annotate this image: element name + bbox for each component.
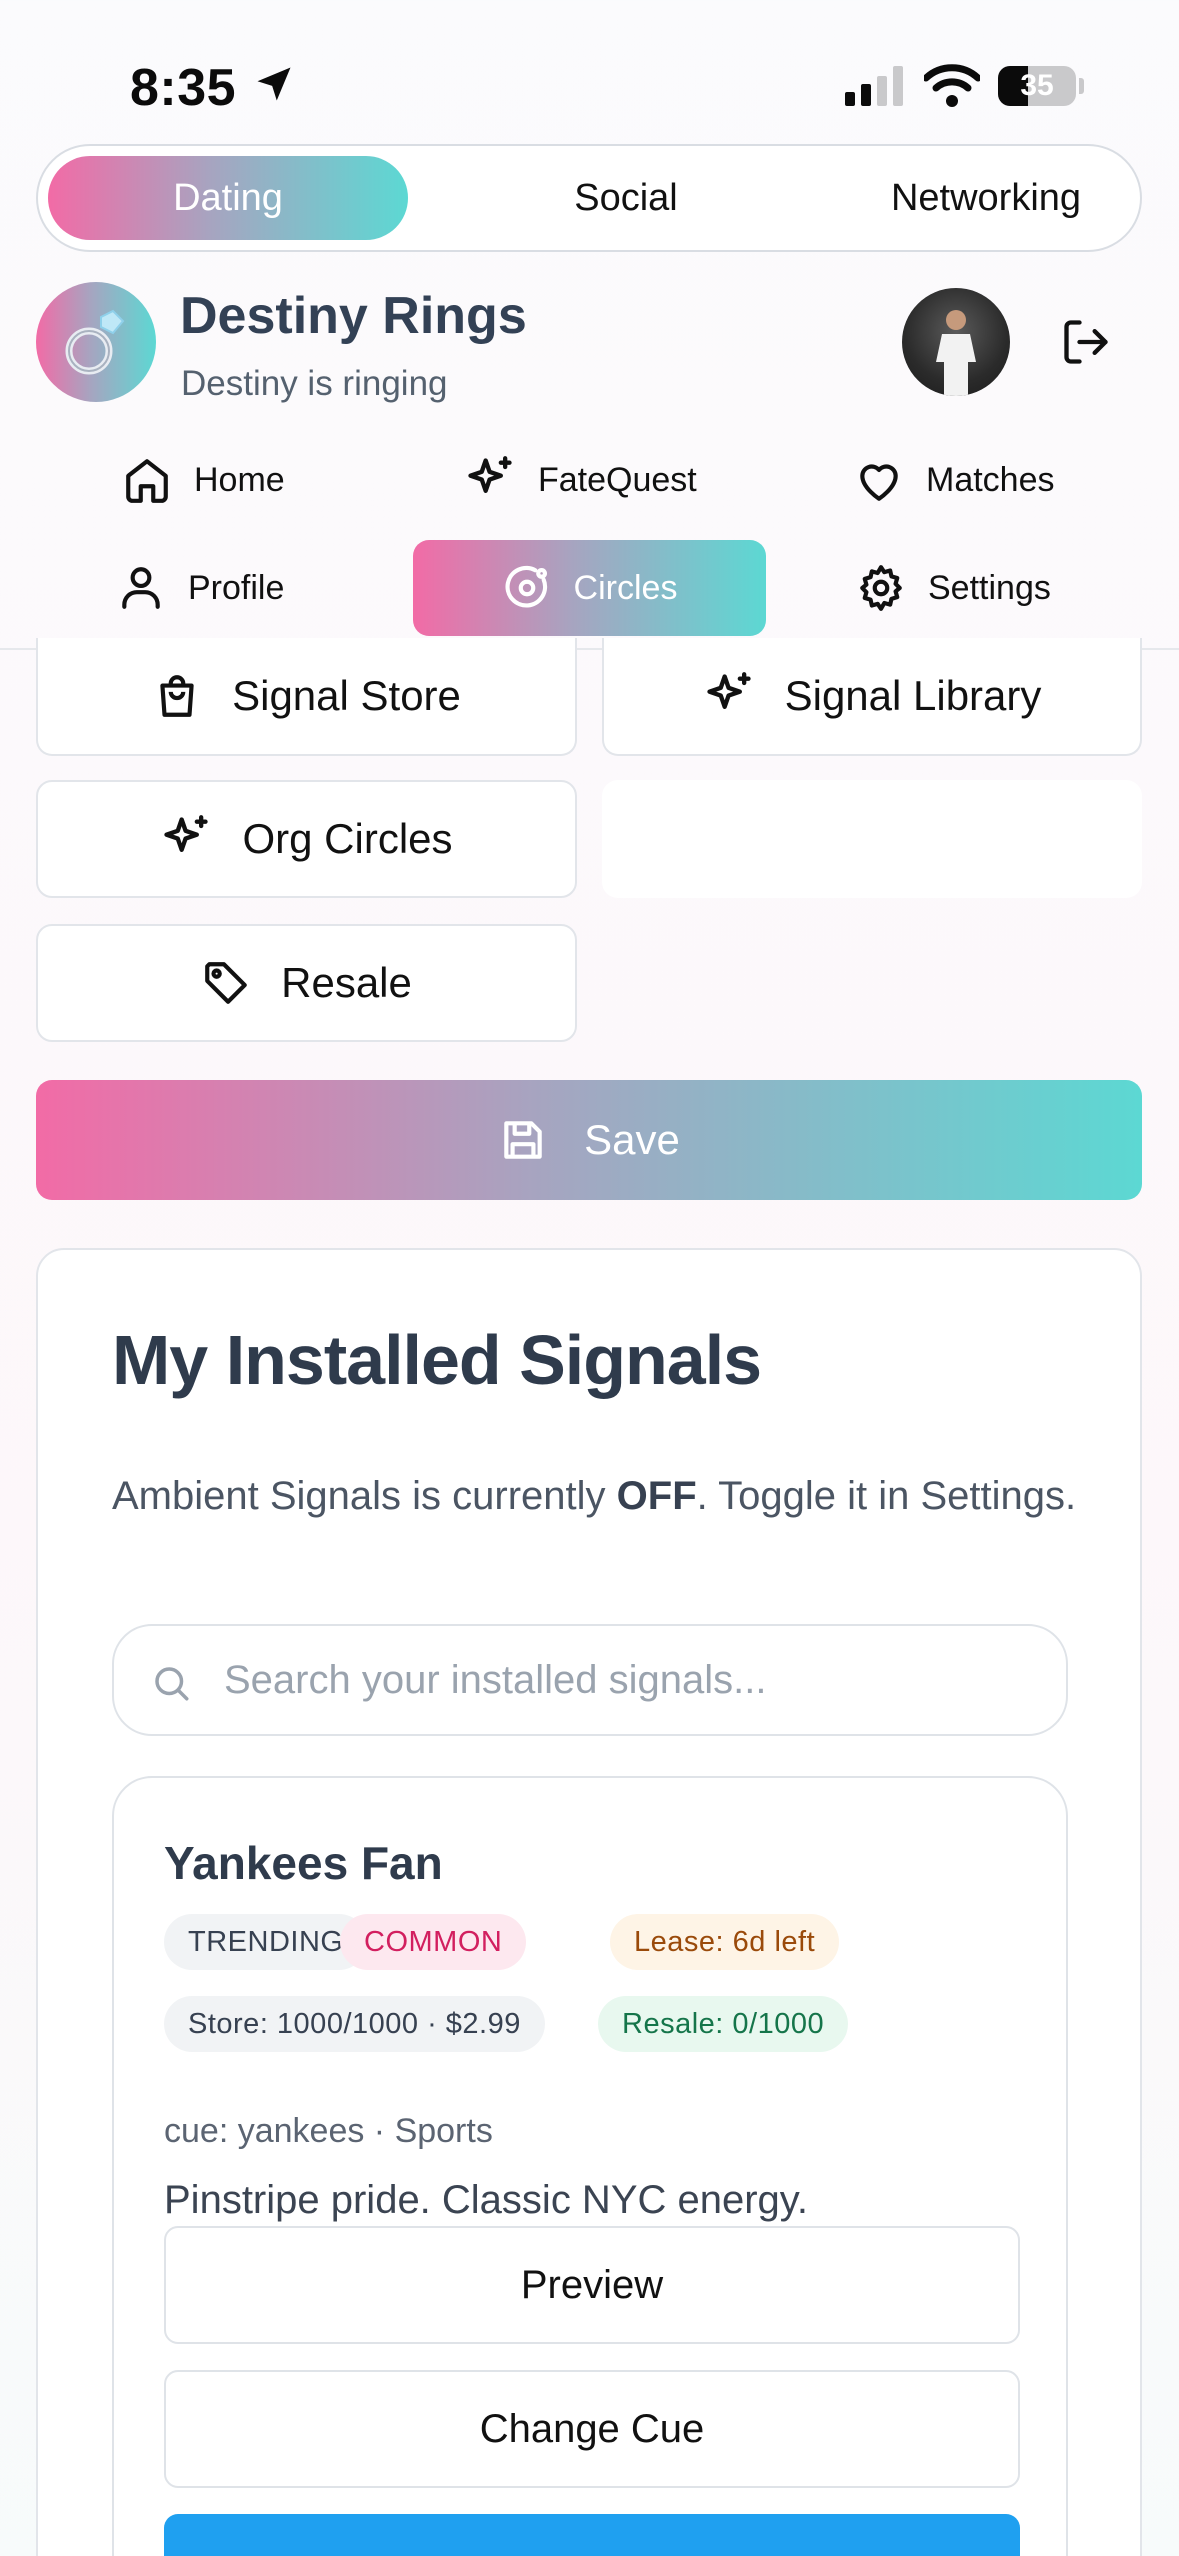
nav-fatequest-label: FateQuest — [538, 460, 697, 499]
signal-cue-meta: cue: yankees · Sports — [164, 2112, 493, 2150]
tag-icon — [205, 962, 247, 1004]
nav-settings[interactable]: Settings — [856, 540, 1051, 636]
app-logo — [36, 282, 156, 402]
search-icon — [155, 1667, 189, 1701]
circles-orbit-icon — [505, 565, 547, 608]
tab-resale[interactable]: Resale — [36, 924, 577, 1042]
battery-icon: 35 — [998, 66, 1076, 106]
app-title: Destiny Rings — [180, 287, 527, 345]
tab-signal-library[interactable]: Signal Library — [602, 638, 1142, 756]
sparkles-icon — [468, 456, 512, 493]
nav-fatequest[interactable]: FateQuest — [464, 432, 697, 528]
card-title: My Installed Signals — [112, 1321, 762, 1399]
status-bar: 8:35 35 — [0, 0, 1179, 140]
lease-badge: Lease: 6d left — [610, 1914, 840, 1970]
tab-my-signals-label: My Signals — [810, 815, 1016, 862]
heart-icon — [860, 464, 898, 501]
mode-social[interactable]: Social — [446, 156, 806, 240]
user-avatar[interactable] — [902, 288, 1010, 396]
signal-card: Yankees Fan TRENDING COMMON Lease: 6d le… — [112, 1776, 1068, 2556]
cellular-signal-icon — [845, 66, 903, 106]
rarity-badge: COMMON — [340, 1914, 527, 1970]
resale-badge: Resale: 0/1000 — [598, 1996, 849, 2052]
nav-profile[interactable]: Profile — [116, 540, 284, 636]
tab-resale-label: Resale — [281, 959, 412, 1006]
installed-signals-card: My Installed Signals Ambient Signals is … — [36, 1248, 1142, 2556]
ambient-state: OFF — [616, 1474, 697, 1518]
tab-my-signals[interactable]: My Signals — [602, 780, 1142, 898]
user-icon — [122, 567, 160, 609]
ambient-status-text: Ambient Signals is currently OFF. Toggle… — [112, 1474, 1077, 1518]
mode-networking[interactable]: Networking — [806, 156, 1166, 240]
tab-signal-library-label: Signal Library — [784, 672, 1042, 719]
gear-icon — [860, 565, 902, 611]
nav-matches[interactable]: Matches — [854, 432, 1055, 528]
logout-icon[interactable] — [1060, 316, 1112, 368]
nav-circles-label: Circles — [573, 568, 678, 607]
save-button[interactable]: Save — [36, 1080, 1142, 1200]
change-cue-button[interactable]: Change Cue — [164, 2370, 1020, 2488]
person-photo-icon — [936, 310, 976, 396]
signal-title: Yankees Fan — [164, 1837, 443, 1889]
status-time: 8:35 — [130, 59, 237, 117]
tab-org-circles-label: Org Circles — [242, 815, 453, 862]
tab-signal-store[interactable]: Signal Store — [36, 638, 577, 756]
sparkles-icon — [706, 672, 751, 709]
save-disk-icon — [504, 1121, 542, 1159]
save-button-label: Save — [584, 1116, 680, 1163]
ring-icon — [65, 309, 125, 375]
search-input[interactable] — [224, 1626, 1044, 1734]
shopping-bag-icon — [160, 675, 194, 717]
nav-circles[interactable]: Circles — [413, 540, 766, 636]
nav-profile-label: Profile — [188, 568, 285, 607]
trending-badge: TRENDING — [164, 1914, 368, 1970]
tab-org-circles[interactable]: Org Circles — [36, 780, 577, 898]
home-icon — [126, 459, 168, 503]
mode-switch: Dating Social Networking — [36, 144, 1142, 252]
tab-signal-store-label: Signal Store — [232, 672, 461, 719]
nav-home-label: Home — [194, 460, 285, 499]
search-box — [112, 1624, 1068, 1736]
sparkles-icon — [732, 815, 776, 852]
enabled-toggle-button[interactable]: Enabled — [164, 2514, 1020, 2556]
sparkles-icon — [164, 815, 209, 852]
nav-home[interactable]: Home — [122, 432, 285, 528]
preview-button[interactable]: Preview — [164, 2226, 1020, 2344]
wifi-icon — [924, 64, 980, 107]
mode-dating[interactable]: Dating — [48, 156, 408, 240]
store-badge: Store: 1000/1000 · $2.99 — [164, 1996, 545, 2052]
location-arrow-icon — [257, 67, 291, 101]
nav-settings-label: Settings — [928, 568, 1051, 607]
app-subtitle: Destiny is ringing — [181, 364, 448, 403]
signal-description: Pinstripe pride. Classic NYC energy. — [164, 2178, 808, 2222]
battery-level: 35 — [1020, 69, 1054, 102]
nav-matches-label: Matches — [926, 460, 1055, 499]
